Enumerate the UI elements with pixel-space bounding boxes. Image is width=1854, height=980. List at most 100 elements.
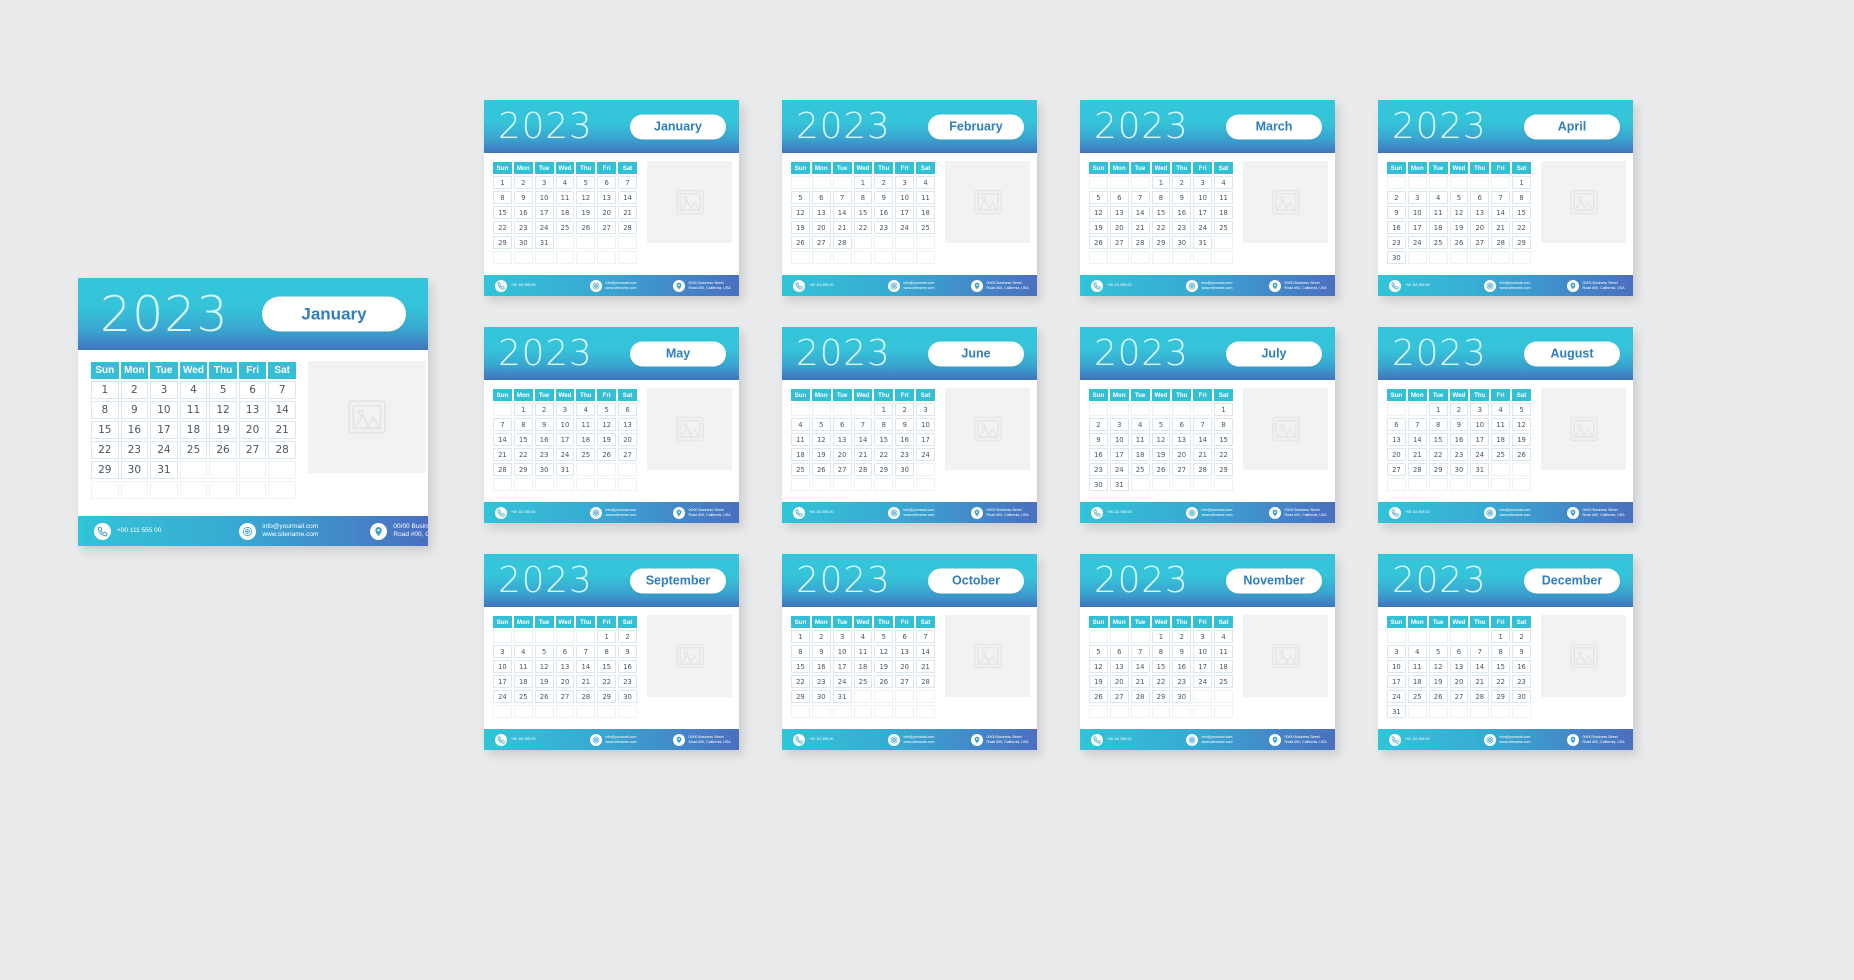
day-cell[interactable]: 13 xyxy=(1109,206,1129,219)
day-cell[interactable]: 7 xyxy=(618,176,637,189)
month-grid[interactable]: Sun Mon Tue Wed Thu Fri Sat 1 2 3 4 5 6 7 8 9 10 11 12 13 1… xyxy=(1385,160,1533,266)
footer-address[interactable]: 00/00 Business Street Road #00, Californi… xyxy=(1566,279,1625,292)
day-cell[interactable]: 29 xyxy=(1512,236,1531,249)
month-grid[interactable]: Sun Mon Tue Wed Thu Fri Sat 1 2 3 4 5 6 7 8 9 10 11 12 13 1… xyxy=(491,614,639,720)
month-grid[interactable]: Sun Mon Tue Wed Thu Fri Sat 1 2 3 4 5 6 7 8 9 10 11 12 13 14… xyxy=(89,360,298,501)
day-cell[interactable]: 4 xyxy=(179,381,208,399)
day-cell[interactable]: 17 xyxy=(1193,660,1213,673)
day-cell[interactable]: 15 xyxy=(1512,206,1531,219)
day-cell[interactable]: 10 xyxy=(1387,660,1406,673)
day-cell[interactable]: 12 xyxy=(1151,433,1171,446)
calendar-card-november[interactable]: 2023 November Sun Mon Tue Wed Thu Fri Sat 123456… xyxy=(1080,554,1335,750)
day-cell[interactable]: 27 xyxy=(1109,690,1129,703)
day-cell[interactable]: 30 xyxy=(1387,251,1406,264)
footer-phone[interactable]: +00 111 555 00 xyxy=(94,522,161,540)
day-cell[interactable]: 10 xyxy=(916,418,935,431)
day-cell[interactable]: 1 xyxy=(493,176,512,189)
day-cell[interactable]: 8 xyxy=(791,645,810,658)
day-cell[interactable]: 16 xyxy=(513,206,533,219)
photo-placeholder[interactable] xyxy=(945,161,1030,243)
day-cell[interactable]: 19 xyxy=(791,221,810,234)
day-cell[interactable]: 6 xyxy=(238,381,267,399)
day-cell[interactable]: 26 xyxy=(534,690,554,703)
day-cell[interactable]: 3 xyxy=(1109,418,1129,431)
day-cell[interactable]: 10 xyxy=(1193,645,1213,658)
day-cell[interactable]: 3 xyxy=(1193,176,1213,189)
day-cell[interactable]: 20 xyxy=(1470,221,1490,234)
day-cell[interactable]: 10 xyxy=(1193,191,1213,204)
day-cell[interactable]: 6 xyxy=(555,645,575,658)
day-cell[interactable]: 18 xyxy=(1407,675,1427,688)
day-cell[interactable]: 7 xyxy=(1130,191,1150,204)
day-cell[interactable]: 23 xyxy=(1449,448,1469,461)
day-cell[interactable]: 12 xyxy=(1512,418,1531,431)
footer-web[interactable]: info@yourmail.com www.sitename.com xyxy=(1185,506,1233,519)
day-cell[interactable]: 21 xyxy=(576,675,596,688)
day-cell[interactable]: 8 xyxy=(853,191,873,204)
day-cell[interactable]: 30 xyxy=(811,690,831,703)
day-cell[interactable]: 5 xyxy=(1151,418,1171,431)
day-cell[interactable]: 4 xyxy=(791,418,810,431)
day-cell[interactable]: 19 xyxy=(1089,221,1108,234)
day-cell[interactable]: 30 xyxy=(534,463,554,476)
day-cell[interactable]: 18 xyxy=(791,448,810,461)
day-cell[interactable]: 13 xyxy=(618,418,637,431)
footer-phone[interactable]: +00 111 555 00 xyxy=(1091,279,1132,292)
day-cell[interactable]: 22 xyxy=(1151,221,1171,234)
day-cell[interactable]: 11 xyxy=(853,645,873,658)
day-cell[interactable]: 11 xyxy=(1407,660,1427,673)
day-cell[interactable]: 22 xyxy=(513,448,533,461)
day-cell[interactable]: 7 xyxy=(1130,645,1150,658)
day-cell[interactable]: 27 xyxy=(832,463,852,476)
day-cell[interactable]: 22 xyxy=(853,221,873,234)
day-cell[interactable]: 7 xyxy=(493,418,512,431)
day-cell[interactable]: 28 xyxy=(268,441,296,459)
day-cell[interactable]: 1 xyxy=(597,630,617,643)
day-cell[interactable]: 30 xyxy=(120,461,149,479)
photo-placeholder[interactable] xyxy=(1541,161,1626,243)
day-cell[interactable]: 6 xyxy=(1387,418,1406,431)
day-cell[interactable]: 31 xyxy=(555,463,575,476)
day-cell[interactable]: 24 xyxy=(916,448,935,461)
day-cell[interactable]: 22 xyxy=(1214,448,1233,461)
day-cell[interactable]: 23 xyxy=(811,675,831,688)
calendar-card-august[interactable]: 2023 August Sun Mon Tue Wed Thu Fri Sat 12345678… xyxy=(1378,327,1633,523)
day-cell[interactable]: 29 xyxy=(1428,463,1448,476)
day-cell[interactable]: 2 xyxy=(618,630,637,643)
day-cell[interactable]: 8 xyxy=(1214,418,1233,431)
day-cell[interactable]: 10 xyxy=(1109,433,1129,446)
day-cell[interactable]: 12 xyxy=(1428,660,1448,673)
day-cell[interactable]: 9 xyxy=(1449,418,1469,431)
day-cell[interactable]: 6 xyxy=(597,176,617,189)
day-cell[interactable]: 23 xyxy=(1089,463,1108,476)
day-cell[interactable]: 6 xyxy=(1109,191,1129,204)
day-cell[interactable]: 16 xyxy=(874,206,894,219)
day-cell[interactable]: 25 xyxy=(853,675,873,688)
day-cell[interactable]: 4 xyxy=(1491,403,1511,416)
day-cell[interactable]: 26 xyxy=(209,441,237,459)
day-cell[interactable]: 20 xyxy=(238,421,267,439)
calendar-card-march[interactable]: 2023 March Sun Mon Tue Wed Thu Fri Sat 123456789… xyxy=(1080,100,1335,296)
calendar-card-june[interactable]: 2023 June Sun Mon Tue Wed Thu Fri Sat 1234567891… xyxy=(782,327,1037,523)
day-cell[interactable]: 27 xyxy=(811,236,831,249)
day-cell[interactable]: 23 xyxy=(1172,221,1192,234)
footer-web[interactable]: info@yourmail.com www.sitename.com xyxy=(589,733,637,746)
day-cell[interactable]: 5 xyxy=(811,418,831,431)
day-cell[interactable]: 4 xyxy=(1130,418,1150,431)
day-cell[interactable]: 6 xyxy=(1449,645,1469,658)
day-cell[interactable]: 30 xyxy=(1449,463,1469,476)
calendar-card-january[interactable]: 2023 January Sun Mon Tue Wed Thu Fri Sat 1 2 3 4 5 6 7 8… xyxy=(484,100,739,296)
day-cell[interactable]: 22 xyxy=(91,441,119,459)
day-cell[interactable]: 3 xyxy=(1407,191,1427,204)
day-cell[interactable]: 27 xyxy=(895,675,915,688)
month-pill-label[interactable]: May xyxy=(630,341,726,366)
day-cell[interactable]: 13 xyxy=(895,645,915,658)
day-cell[interactable]: 5 xyxy=(874,630,894,643)
day-cell[interactable]: 24 xyxy=(1193,221,1213,234)
day-cell[interactable]: 7 xyxy=(1470,645,1490,658)
day-cell[interactable]: 22 xyxy=(874,448,894,461)
day-cell[interactable]: 27 xyxy=(1449,690,1469,703)
day-cell[interactable]: 25 xyxy=(1407,690,1427,703)
day-cell[interactable]: 8 xyxy=(1151,191,1171,204)
day-cell[interactable]: 29 xyxy=(791,690,810,703)
